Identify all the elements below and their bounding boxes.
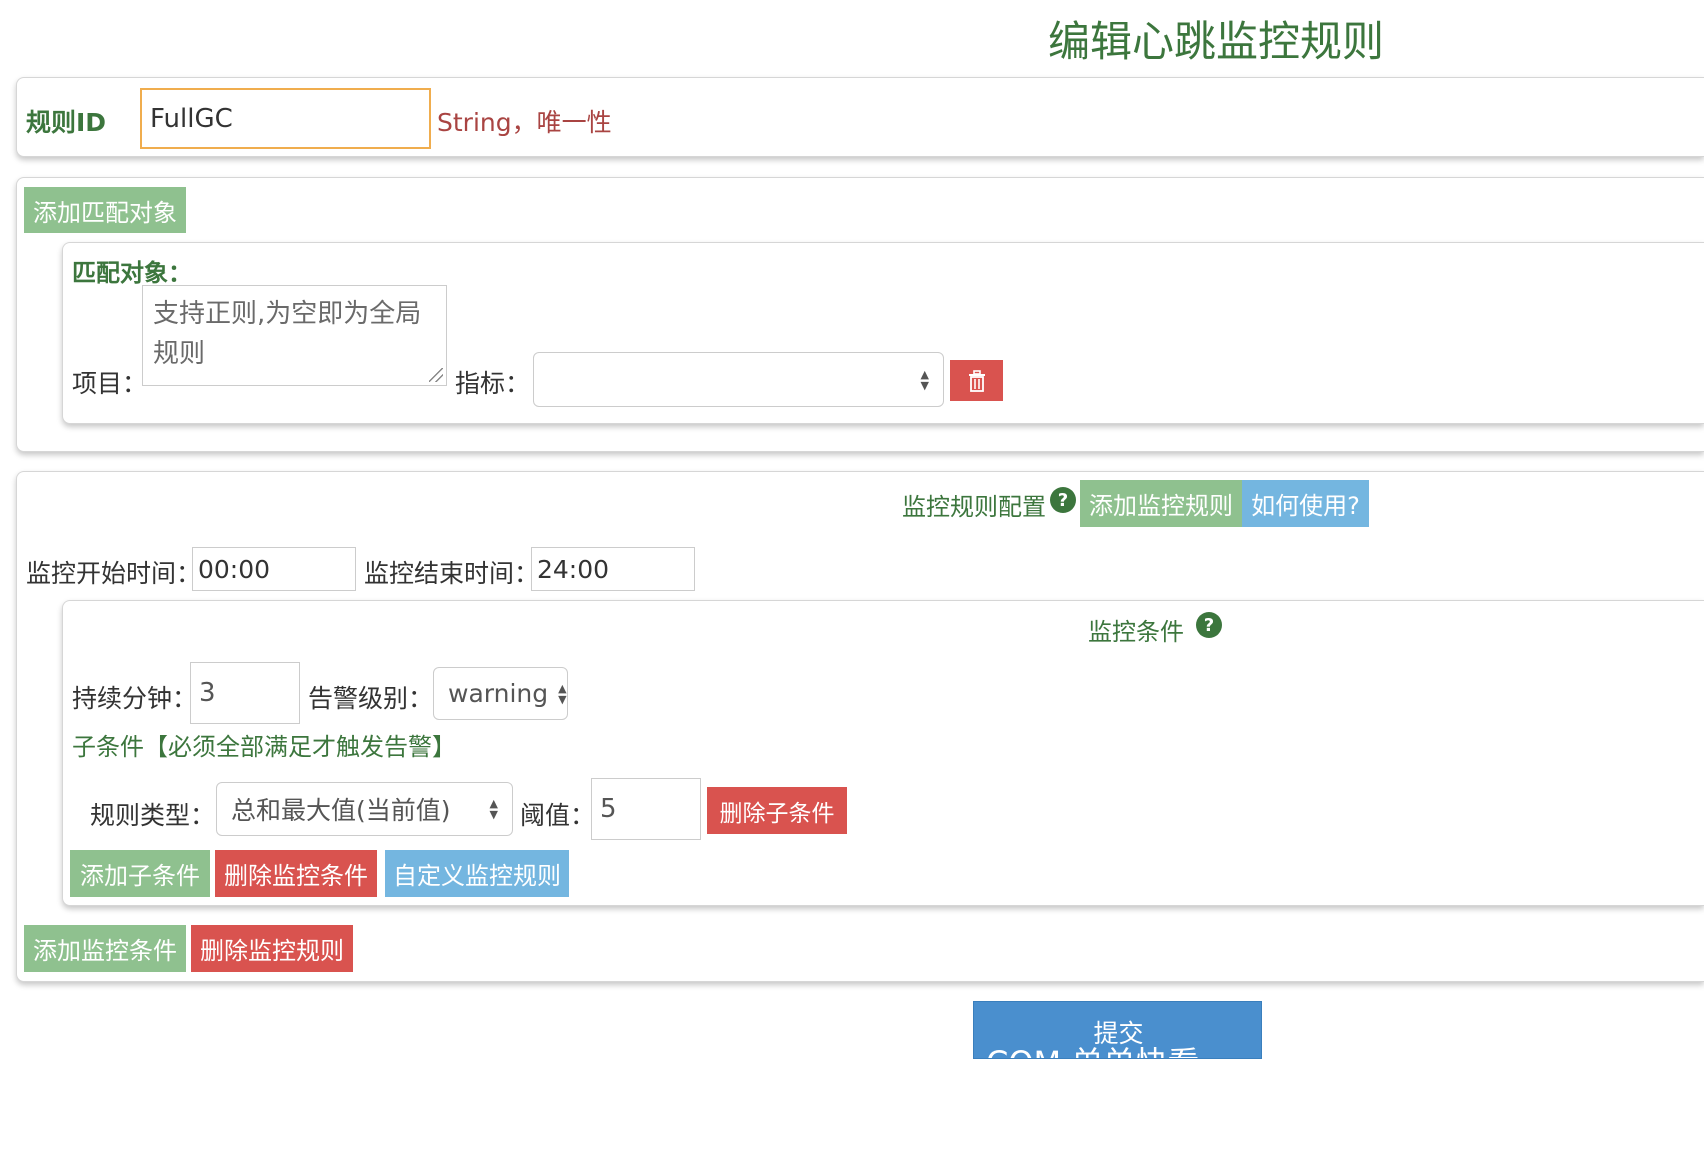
- delete-match-object-button[interactable]: [950, 360, 1003, 401]
- monitor-config-label: 监控规则配置: [902, 493, 1046, 521]
- resize-grip-icon[interactable]: [429, 368, 443, 382]
- alert-level-select[interactable]: warning ▲ ▼: [433, 667, 568, 720]
- alert-level-value: warning: [448, 679, 549, 708]
- add-monitor-rule-button[interactable]: 添加监控规则: [1080, 480, 1242, 527]
- rule-type-arrows-icon: ▲ ▼: [489, 797, 498, 821]
- condition-heading: 监控条件: [1088, 618, 1184, 646]
- level-arrows-icon: ▲ ▼: [558, 681, 567, 706]
- threshold-input[interactable]: 5: [591, 778, 701, 840]
- help-icon[interactable]: ?: [1050, 487, 1076, 513]
- rule-id-input[interactable]: FullGC: [140, 88, 431, 149]
- delete-monitor-condition-button[interactable]: 删除监控条件: [215, 850, 377, 897]
- delete-monitor-rule-button[interactable]: 删除监控规则: [191, 925, 353, 972]
- rule-id-hint: String，唯一性: [437, 108, 612, 137]
- select-arrows-icon: ▲ ▼: [920, 367, 929, 392]
- rule-type-label: 规则类型：: [90, 801, 216, 830]
- rule-type-value: 总和最大值(当前值): [231, 796, 451, 825]
- submit-overlap-text: COM 单单快看: [986, 1038, 1199, 1058]
- end-time-input[interactable]: 24:00: [531, 547, 695, 591]
- add-sub-condition-button[interactable]: 添加子条件: [70, 850, 210, 897]
- duration-label: 持续分钟：: [72, 684, 198, 713]
- condition-help-icon[interactable]: ?: [1196, 612, 1222, 638]
- submit-button[interactable]: 提交 COM 单单快看: [973, 1001, 1262, 1059]
- page-title: 编辑心跳监控规则: [1047, 17, 1384, 66]
- how-to-use-button[interactable]: 如何使用?: [1242, 480, 1369, 527]
- project-textarea[interactable]: 支持正则,为空即为全局规则: [142, 285, 447, 386]
- custom-monitor-rule-button[interactable]: 自定义监控规则: [385, 850, 569, 897]
- duration-input[interactable]: 3: [190, 662, 300, 724]
- trash-icon: [968, 369, 985, 392]
- metric-select[interactable]: ▲ ▼: [533, 352, 944, 407]
- add-monitor-condition-button[interactable]: 添加监控条件: [24, 925, 186, 972]
- rule-type-select[interactable]: 总和最大值(当前值) ▲ ▼: [216, 782, 513, 836]
- start-time-input[interactable]: 00:00: [192, 547, 356, 591]
- project-placeholder: 支持正则,为空即为全局规则: [153, 299, 422, 369]
- add-match-object-button[interactable]: 添加匹配对象: [24, 187, 186, 233]
- rule-id-label: 规则ID: [26, 108, 107, 137]
- project-label: 项目：: [72, 369, 148, 398]
- threshold-label: 阈值：: [520, 801, 596, 830]
- end-time-label: 监控结束时间：: [364, 559, 540, 588]
- match-object-heading: 匹配对象：: [72, 259, 192, 287]
- metric-label: 指标：: [455, 369, 531, 398]
- sub-condition-heading: 子条件【必须全部满足才触发告警】: [72, 733, 456, 761]
- alert-level-label: 告警级别：: [308, 684, 434, 713]
- delete-sub-condition-button[interactable]: 删除子条件: [707, 787, 847, 834]
- start-time-label: 监控开始时间：: [26, 559, 202, 588]
